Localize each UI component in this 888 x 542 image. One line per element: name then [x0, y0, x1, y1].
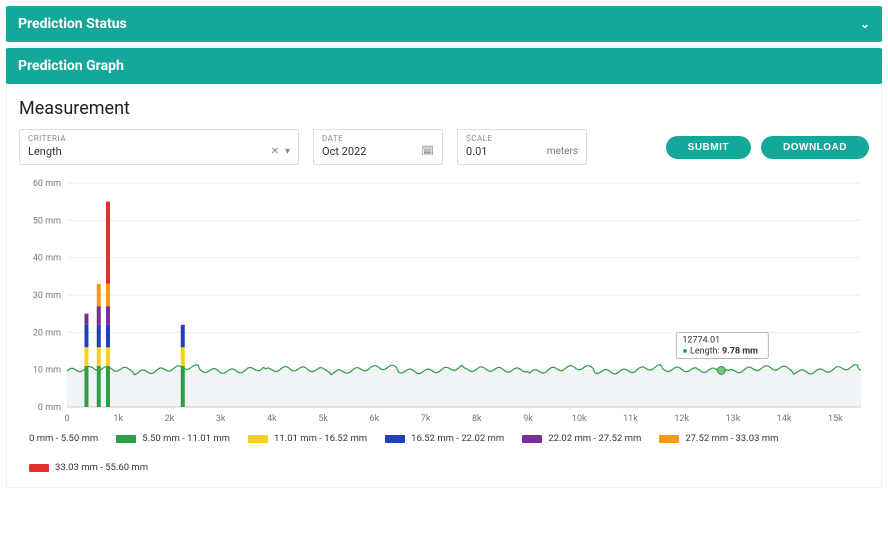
download-button[interactable]: DOWNLOAD: [761, 136, 869, 159]
scale-value: 0.01: [466, 145, 487, 158]
legend-item: 16.52 mm - 22.02 mm: [385, 433, 504, 444]
clear-icon[interactable]: ✕: [271, 147, 279, 157]
svg-text:4k: 4k: [267, 414, 277, 424]
legend-swatch: [116, 435, 136, 443]
controls-row: CRITERIA Length ✕ ▾ DATE Oct 2022 🗓 SCAL…: [19, 129, 869, 165]
svg-text:12774.01: 12774.01: [682, 335, 720, 345]
svg-text:30 mm: 30 mm: [33, 291, 61, 301]
prediction-status-header[interactable]: Prediction Status ⌄: [6, 6, 882, 42]
svg-text:2k: 2k: [165, 414, 175, 424]
prediction-status-panel: Prediction Status ⌄: [6, 6, 882, 42]
criteria-select[interactable]: CRITERIA Length ✕ ▾: [19, 129, 299, 165]
svg-text:15k: 15k: [828, 414, 843, 424]
svg-text:5k: 5k: [318, 414, 328, 424]
svg-text:10 mm: 10 mm: [33, 366, 61, 376]
scale-label: SCALE: [466, 134, 578, 143]
legend-swatch: [522, 435, 542, 443]
legend-label: 33.03 mm - 55.60 mm: [55, 462, 148, 473]
svg-text:60 mm: 60 mm: [33, 179, 61, 189]
legend-label: 27.52 mm - 33.03 mm: [685, 433, 778, 444]
legend-item: 11.01 mm - 16.52 mm: [248, 433, 367, 444]
legend-swatch: [248, 435, 268, 443]
svg-text:0 mm: 0 mm: [38, 403, 61, 413]
legend-item: 27.52 mm - 33.03 mm: [659, 433, 778, 444]
legend-swatch: [659, 435, 679, 443]
prediction-status-title: Prediction Status: [18, 16, 127, 32]
svg-text:50 mm: 50 mm: [33, 216, 61, 226]
prediction-graph-body: Measurement CRITERIA Length ✕ ▾ DATE Oct…: [6, 84, 882, 488]
legend-item: 33.03 mm - 55.60 mm: [29, 462, 148, 473]
legend-swatch: [385, 435, 405, 443]
svg-text:3k: 3k: [216, 414, 226, 424]
button-group: SUBMIT DOWNLOAD: [666, 129, 869, 165]
submit-button[interactable]: SUBMIT: [666, 136, 751, 159]
svg-text:20 mm: 20 mm: [33, 328, 61, 338]
svg-text:40 mm: 40 mm: [33, 254, 61, 264]
legend-item: 22.02 mm - 27.52 mm: [522, 433, 641, 444]
date-label: DATE: [322, 134, 434, 143]
prediction-graph-title: Prediction Graph: [18, 58, 124, 74]
svg-text:7k: 7k: [421, 414, 431, 424]
chart-area[interactable]: 0 mm 10 mm 20 mm 30 mm 40 mm 50 mm 60 mm 0 1k 2k 3…: [19, 177, 869, 427]
svg-text:9k: 9k: [523, 414, 533, 424]
svg-text:6k: 6k: [370, 414, 380, 424]
legend-item: 0 mm - 5.50 mm: [29, 433, 98, 444]
legend-label: 22.02 mm - 27.52 mm: [548, 433, 641, 444]
legend-swatch: [29, 464, 49, 472]
criteria-label: CRITERIA: [28, 134, 290, 143]
svg-text:8k: 8k: [472, 414, 482, 424]
svg-text:13k: 13k: [726, 414, 741, 424]
legend-label: 11.01 mm - 16.52 mm: [274, 433, 367, 444]
chart-svg: 0 mm 10 mm 20 mm 30 mm 40 mm 50 mm 60 mm 0 1k 2k 3…: [19, 177, 871, 427]
legend-row: 0 mm - 5.50 mm 5.50 mm - 11.01 mm 11.01 mm…: [19, 427, 869, 473]
legend-label: 16.52 mm - 22.02 mm: [411, 433, 504, 444]
svg-text:10k: 10k: [572, 414, 587, 424]
calendar-icon[interactable]: 🗓: [421, 147, 434, 157]
chevron-down-icon: ⌄: [860, 17, 870, 31]
svg-text:12k: 12k: [674, 414, 689, 424]
date-value: Oct 2022: [322, 145, 366, 158]
legend-item: 5.50 mm - 11.01 mm: [116, 433, 230, 444]
dropdown-icon[interactable]: ▾: [285, 147, 290, 157]
svg-text:1k: 1k: [113, 414, 123, 424]
legend-label: 0 mm - 5.50 mm: [29, 433, 98, 444]
legend-label: 5.50 mm - 11.01 mm: [142, 433, 230, 444]
scale-unit: meters: [547, 146, 578, 157]
svg-text:0: 0: [64, 414, 69, 424]
scale-input[interactable]: SCALE 0.01 meters: [457, 129, 587, 165]
prediction-graph-panel: Prediction Graph Measurement CRITERIA Le…: [6, 48, 882, 488]
svg-text:11k: 11k: [623, 414, 638, 424]
criteria-value: Length: [28, 145, 62, 158]
date-picker[interactable]: DATE Oct 2022 🗓: [313, 129, 443, 165]
prediction-graph-header[interactable]: Prediction Graph: [6, 48, 882, 84]
measurement-heading: Measurement: [19, 98, 869, 119]
svg-text:14k: 14k: [777, 414, 792, 424]
svg-text:● Length: 9.78 mm: ● Length: 9.78 mm: [682, 346, 758, 356]
